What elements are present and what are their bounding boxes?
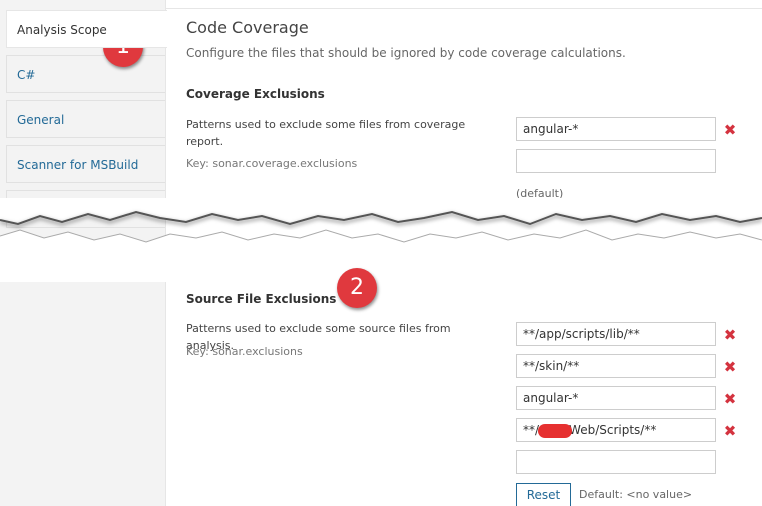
default-value-note: Default: <no value> [579, 488, 693, 501]
close-icon[interactable]: ✖ [722, 423, 738, 439]
torn-edge [0, 198, 762, 282]
page-subtitle: Configure the files that should be ignor… [186, 46, 626, 60]
close-icon[interactable]: ✖ [722, 122, 738, 138]
source-exclusions-key: Key: sonar.exclusions [186, 345, 303, 358]
divider [166, 8, 762, 9]
close-icon[interactable]: ✖ [722, 327, 738, 343]
coverage-exclusions-key: Key: sonar.coverage.exclusions [186, 157, 358, 170]
sidebar-item-analysis-scope[interactable]: Analysis Scope [6, 10, 167, 48]
page-title: Code Coverage [186, 18, 309, 37]
source-exclusions-title: Source File Exclusions [186, 292, 337, 306]
path-prefix: **/ [523, 423, 540, 437]
path-suffix: Web/Scripts/** [569, 423, 657, 437]
source-exclusion-input[interactable]: **/skin/** [516, 354, 716, 378]
close-icon[interactable]: ✖ [722, 391, 738, 407]
reset-button[interactable]: Reset [516, 483, 571, 506]
coverage-exclusions-description: Patterns used to exclude some files from… [186, 118, 466, 148]
close-icon[interactable]: ✖ [722, 359, 738, 375]
sidebar-item-general[interactable]: General [6, 100, 165, 138]
coverage-exclusions-title: Coverage Exclusions [186, 87, 325, 101]
coverage-exclusion-input[interactable]: angular-* [516, 117, 716, 141]
source-exclusion-input[interactable]: angular-* [516, 386, 716, 410]
coverage-exclusion-input-empty[interactable] [516, 149, 716, 173]
sidebar-item-csharp[interactable]: C# [6, 55, 165, 93]
sidebar-item-scanner-msbuild[interactable]: Scanner for MSBuild [6, 145, 165, 183]
source-exclusion-input-empty[interactable] [516, 450, 716, 474]
redaction-mark [538, 424, 572, 438]
source-exclusion-input[interactable]: **/app/scripts/lib/** [516, 322, 716, 346]
callout-badge-2: 2 [337, 268, 377, 308]
